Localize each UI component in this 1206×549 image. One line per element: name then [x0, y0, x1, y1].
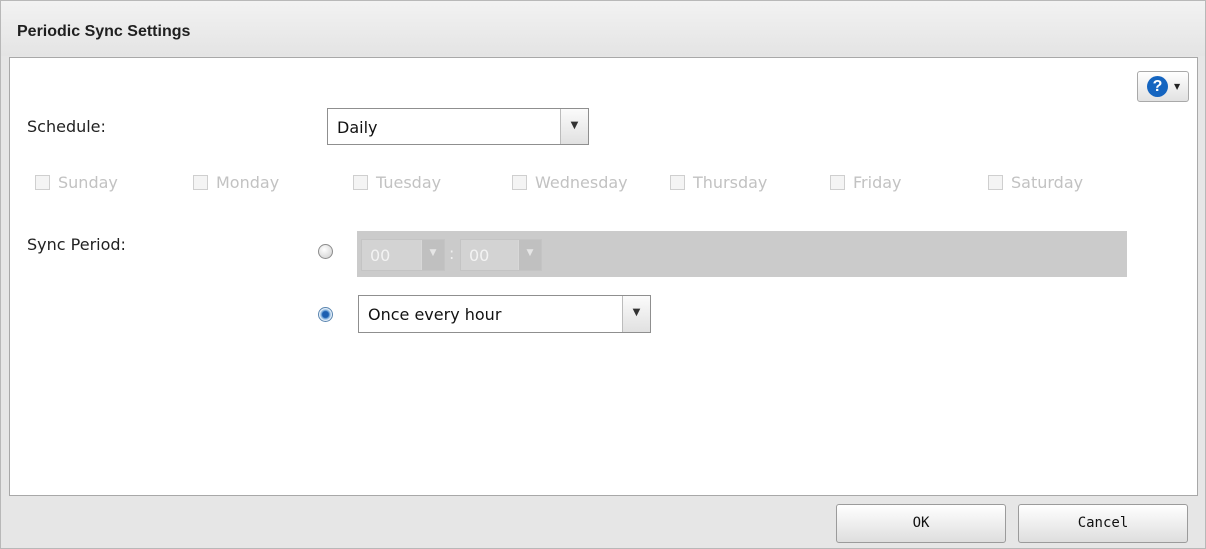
dialog-title: Periodic Sync Settings — [17, 23, 191, 40]
minute-select[interactable]: 00 ▼ — [460, 239, 542, 271]
day-checkbox-saturday[interactable]: Saturday — [988, 172, 1083, 192]
help-menu-button[interactable]: ? ▼ — [1137, 71, 1189, 102]
chevron-down-icon: ▼ — [429, 248, 437, 258]
day-label: Thursday — [693, 172, 768, 192]
hour-select-arrow[interactable]: ▼ — [421, 240, 444, 270]
checkbox[interactable] — [35, 174, 50, 190]
interval-select-arrow[interactable]: ▼ — [622, 296, 650, 332]
day-checkbox-monday[interactable]: Monday — [193, 172, 279, 192]
specific-time-radio[interactable] — [318, 244, 333, 259]
day-checkbox-wednesday[interactable]: Wednesday — [512, 172, 628, 192]
day-label: Monday — [216, 172, 280, 192]
day-label: Wednesday — [535, 172, 628, 192]
interval-radio[interactable] — [318, 307, 333, 322]
day-label: Friday — [853, 172, 902, 192]
checkbox[interactable] — [830, 174, 845, 190]
periodic-sync-dialog: Periodic Sync Settings ? ▼ Schedule: Dai… — [0, 0, 1206, 549]
question-circle-icon: ? — [1147, 76, 1168, 97]
interval-select[interactable]: Once every hour ▼ — [358, 295, 651, 333]
day-checkbox-tuesday[interactable]: Tuesday — [353, 172, 441, 192]
schedule-select-arrow[interactable]: ▼ — [560, 109, 588, 144]
minute-select-arrow[interactable]: ▼ — [518, 240, 541, 270]
day-label: Sunday — [58, 172, 118, 192]
chevron-down-icon: ▼ — [632, 307, 641, 318]
hour-select[interactable]: 00 ▼ — [361, 239, 445, 271]
minute-value: 00 — [469, 246, 490, 265]
schedule-label: Schedule: — [27, 117, 106, 136]
schedule-select[interactable]: Daily ▼ — [327, 108, 589, 145]
ok-button[interactable]: OK — [836, 504, 1006, 543]
day-label: Tuesday — [376, 172, 442, 192]
checkbox[interactable] — [512, 174, 527, 190]
specific-time-panel: 00 ▼ : 00 ▼ — [357, 231, 1127, 277]
dialog-content: ? ▼ Schedule: Daily ▼ Sunday Monday Tues… — [9, 57, 1198, 496]
chevron-down-icon: ▼ — [570, 120, 579, 131]
caret-down-icon: ▼ — [1174, 82, 1181, 91]
checkbox[interactable] — [353, 174, 368, 190]
checkbox[interactable] — [193, 174, 208, 190]
cancel-button[interactable]: Cancel — [1018, 504, 1188, 543]
day-checkbox-thursday[interactable]: Thursday — [670, 172, 767, 192]
chevron-down-icon: ▼ — [526, 248, 534, 258]
checkbox[interactable] — [988, 174, 1003, 190]
day-checkbox-friday[interactable]: Friday — [830, 172, 902, 192]
day-label: Saturday — [1011, 172, 1084, 192]
sync-period-label: Sync Period: — [27, 235, 126, 254]
time-separator: : — [449, 244, 455, 263]
hour-value: 00 — [370, 246, 391, 265]
dialog-title-bar: Periodic Sync Settings — [1, 1, 1205, 56]
day-checkbox-sunday[interactable]: Sunday — [35, 172, 118, 192]
checkbox[interactable] — [670, 174, 685, 190]
schedule-select-value: Daily — [337, 118, 378, 137]
interval-select-value: Once every hour — [368, 305, 502, 324]
